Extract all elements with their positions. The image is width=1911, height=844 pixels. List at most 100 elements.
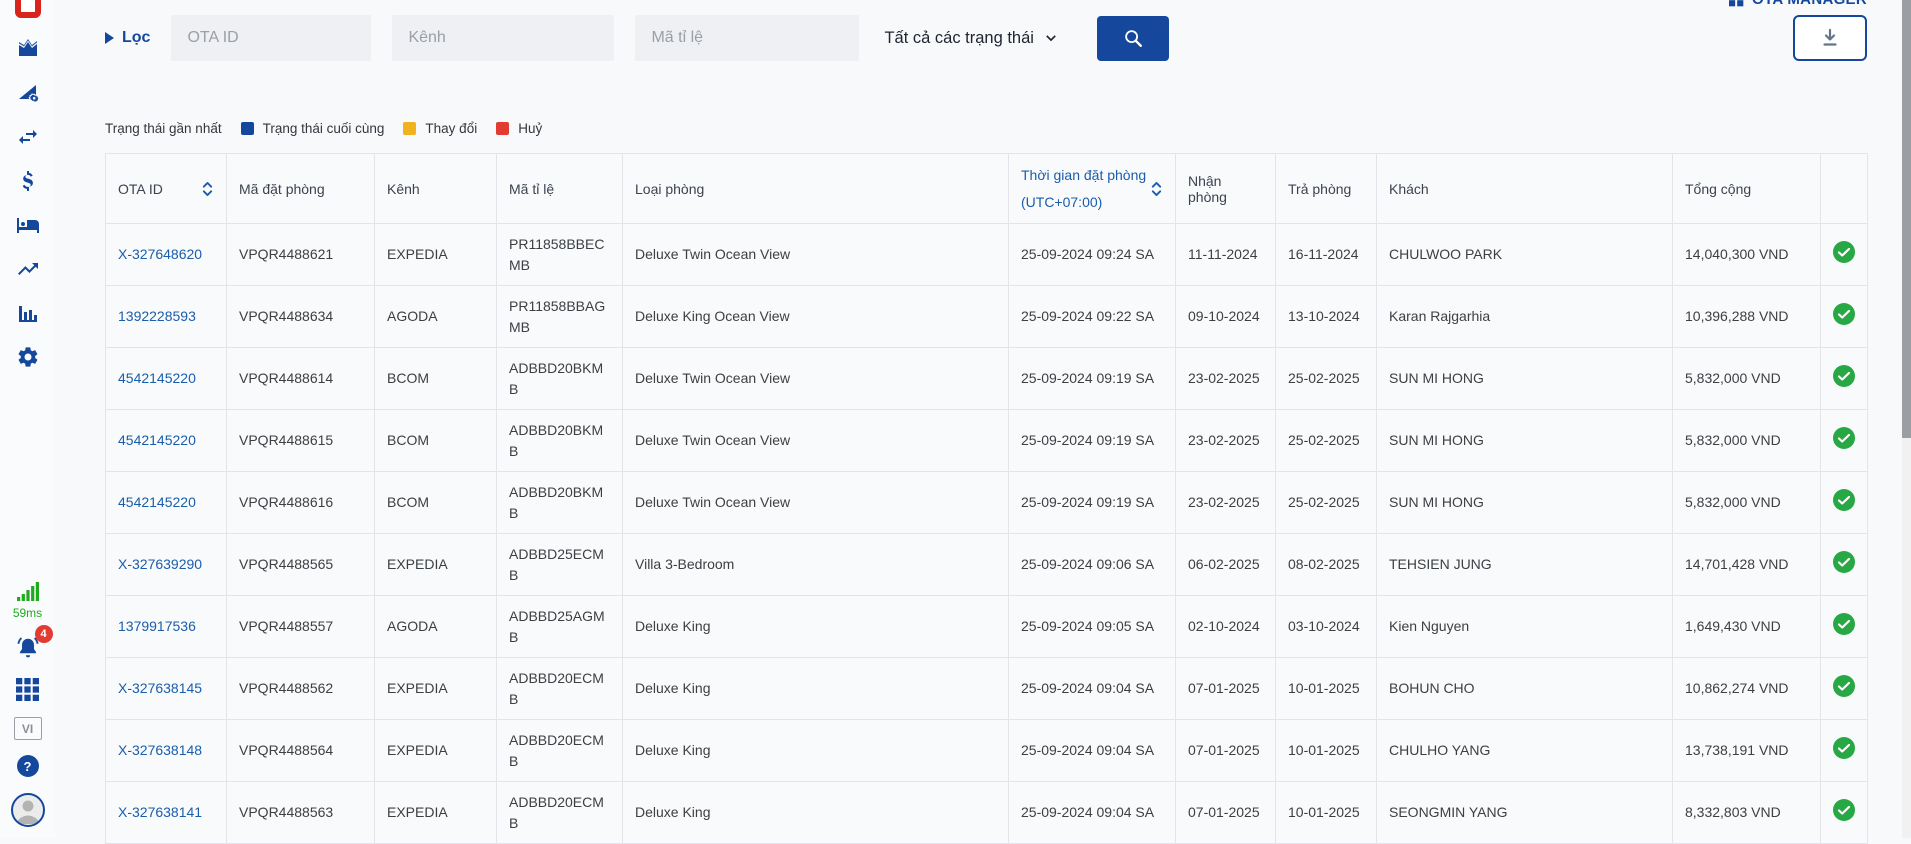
legend-cancel-label: Huỷ xyxy=(518,121,542,136)
sidebar-item-dashboard[interactable] xyxy=(15,36,41,62)
status-confirmed-check-icon xyxy=(1833,613,1855,635)
notification-badge: 4 xyxy=(35,625,53,643)
sidebar-item-trends[interactable] xyxy=(15,256,41,282)
cell-room-type: Villa 3-Bedroom xyxy=(623,534,1009,596)
ota-id-link[interactable]: 1392228593 xyxy=(118,308,196,324)
cell-channel: EXPEDIA xyxy=(375,534,497,596)
cell-booking-code: VPQR4488563 xyxy=(227,782,375,844)
sidebar: 59ms 4 VI ? xyxy=(0,0,55,838)
status-select[interactable]: Tất cả các trạng thái xyxy=(880,29,1062,48)
cell-ota-id: 4542145220 xyxy=(106,472,227,534)
status-confirmed-check-icon xyxy=(1833,241,1855,263)
cell-booked-time: 25-09-2024 09:24 SA xyxy=(1009,224,1176,286)
trending-up-icon xyxy=(16,257,40,281)
ota-id-link[interactable]: X-327638141 xyxy=(118,804,202,820)
cell-total: 8,332,803 VND xyxy=(1673,782,1821,844)
status-select-value: Tất cả các trạng thái xyxy=(884,29,1034,48)
header-booked-time-line2: (UTC+07:00) xyxy=(1021,194,1102,210)
download-button[interactable] xyxy=(1793,15,1867,61)
rate-code-value: ADBBD25ECMB xyxy=(509,544,606,585)
cell-channel: BCOM xyxy=(375,348,497,410)
legend-item-cancel: Huỷ xyxy=(496,121,542,136)
cell-room-type: Deluxe Twin Ocean View xyxy=(623,410,1009,472)
analytics-gear-icon xyxy=(16,81,40,105)
sidebar-item-transfers[interactable] xyxy=(15,124,41,150)
legend-final-label: Trạng thái cuối cùng xyxy=(263,121,385,136)
ota-id-link[interactable]: X-327638145 xyxy=(118,680,202,696)
cell-check-out: 10-01-2025 xyxy=(1276,720,1377,782)
sidebar-item-analytics[interactable] xyxy=(15,80,41,106)
cell-guest: SEONGMIN YANG xyxy=(1377,782,1673,844)
cell-booking-code: VPQR4488565 xyxy=(227,534,375,596)
cell-room-type: Deluxe Twin Ocean View xyxy=(623,224,1009,286)
cell-rate-code: PR11858BBECMB xyxy=(497,224,623,286)
status-confirmed-check-icon xyxy=(1833,551,1855,573)
cell-status xyxy=(1821,534,1868,596)
ota-id-input[interactable] xyxy=(171,15,371,61)
ota-id-link[interactable]: 4542145220 xyxy=(118,370,196,386)
sidebar-item-settings[interactable] xyxy=(15,344,41,370)
sort-icon[interactable] xyxy=(1150,180,1163,198)
cell-channel: AGODA xyxy=(375,286,497,348)
header-ota-id[interactable]: OTA ID xyxy=(106,154,227,224)
cell-ota-id: X-327638148 xyxy=(106,720,227,782)
ota-id-link[interactable]: X-327648620 xyxy=(118,246,202,262)
sidebar-item-rooms[interactable] xyxy=(15,212,41,238)
status-confirmed-check-icon xyxy=(1833,365,1855,387)
cell-check-out: 25-02-2025 xyxy=(1276,472,1377,534)
header-booked-time[interactable]: Thời gian đặt phòng (UTC+07:00) xyxy=(1009,154,1176,224)
cell-rate-code: ADBBD20BKMB xyxy=(497,472,623,534)
header-check-in: Nhận phòng xyxy=(1176,154,1276,224)
cell-status xyxy=(1821,224,1868,286)
ota-id-link[interactable]: 1379917536 xyxy=(118,618,196,634)
dollar-icon xyxy=(16,169,40,193)
ota-id-link[interactable]: X-327639290 xyxy=(118,556,202,572)
cell-booked-time: 25-09-2024 09:05 SA xyxy=(1009,596,1176,658)
cell-room-type: Deluxe King xyxy=(623,782,1009,844)
sort-icon[interactable] xyxy=(201,180,214,198)
status-confirmed-check-icon xyxy=(1833,303,1855,325)
channel-input[interactable] xyxy=(392,15,614,61)
sidebar-item-reports[interactable] xyxy=(15,300,41,326)
status-confirmed-check-icon xyxy=(1833,489,1855,511)
cell-rate-code: ADBBD25AGMB xyxy=(497,596,623,658)
cell-status xyxy=(1821,596,1868,658)
cell-rate-code: ADBBD20ECMB xyxy=(497,782,623,844)
vertical-scrollbar-thumb[interactable] xyxy=(1902,0,1911,438)
ota-id-link[interactable]: 4542145220 xyxy=(118,494,196,510)
cell-rate-code: ADBBD20BKMB xyxy=(497,348,623,410)
ota-id-link[interactable]: X-327638148 xyxy=(118,742,202,758)
brand-icon xyxy=(1729,0,1744,7)
cell-room-type: Deluxe King xyxy=(623,658,1009,720)
language-switcher[interactable]: VI xyxy=(14,717,42,740)
sidebar-item-logo[interactable] xyxy=(15,0,41,18)
cell-ota-id: X-327639290 xyxy=(106,534,227,596)
ota-id-link[interactable]: 4542145220 xyxy=(118,432,196,448)
rate-code-input[interactable] xyxy=(635,15,859,61)
cell-rate-code: ADBBD20ECMB xyxy=(497,720,623,782)
avatar-icon xyxy=(10,792,46,828)
cell-booked-time: 25-09-2024 09:19 SA xyxy=(1009,472,1176,534)
sidebar-item-finance[interactable] xyxy=(15,168,41,194)
table-row: 1392228593 VPQR4488634 AGODA PR11858BBAG… xyxy=(106,286,1868,348)
header-rate-code: Mã tỉ lệ xyxy=(497,154,623,224)
rate-code-value: PR11858BBAGMB xyxy=(509,296,606,337)
help-button[interactable]: ? xyxy=(17,755,39,777)
header-status xyxy=(1821,154,1868,224)
gear-icon xyxy=(16,345,40,369)
header-check-out: Trả phòng xyxy=(1276,154,1377,224)
cell-booked-time: 25-09-2024 09:04 SA xyxy=(1009,782,1176,844)
cell-total: 5,832,000 VND xyxy=(1673,348,1821,410)
sidebar-item-notifications[interactable]: 4 xyxy=(15,635,41,661)
sidebar-item-apps[interactable] xyxy=(15,676,41,702)
filter-toggle[interactable]: Lọc xyxy=(105,29,150,47)
cell-room-type: Deluxe King Ocean View xyxy=(623,286,1009,348)
cell-room-type: Deluxe King xyxy=(623,720,1009,782)
cell-booking-code: VPQR4488621 xyxy=(227,224,375,286)
table-header-row: OTA ID Mã đặt phòng Kênh Mã tỉ lệ Loại p… xyxy=(106,154,1868,224)
cell-check-in: 23-02-2025 xyxy=(1176,410,1276,472)
cell-booking-code: VPQR4488614 xyxy=(227,348,375,410)
search-button[interactable] xyxy=(1097,16,1169,61)
legend-change-label: Thay đổi xyxy=(425,121,477,136)
user-avatar-button[interactable] xyxy=(10,792,46,828)
